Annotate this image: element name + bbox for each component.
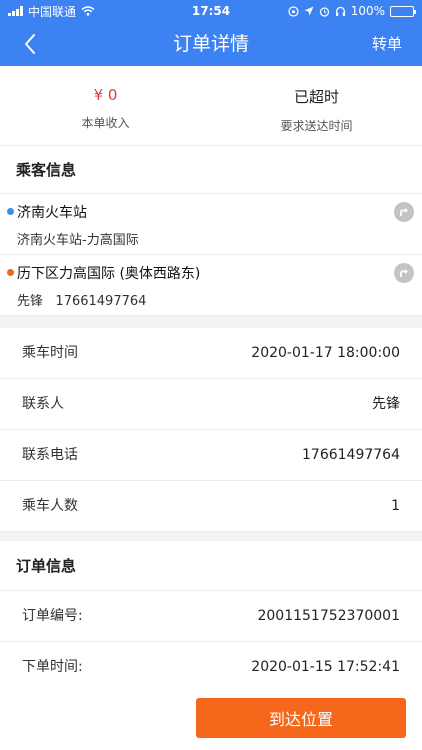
navigate-pickup-button[interactable] <box>394 202 414 222</box>
order-summary: ¥ 0 本单收入 已超时 要求送达时间 <box>0 66 422 146</box>
contact-person-row: 联系人 先锋 <box>0 379 422 430</box>
pickup-location[interactable]: 济南火车站 济南火车站-力高国际 <box>0 194 422 255</box>
bottom-action-bar: 到达位置 <box>0 690 422 750</box>
pickup-name: 济南火车站 <box>17 205 87 221</box>
pickup-detail: 济南火车站-力高国际 <box>17 233 139 248</box>
passenger-count-row: 乘车人数 1 <box>0 481 422 532</box>
dropoff-contact: 先锋 17661497764 <box>17 290 146 309</box>
wifi-icon <box>81 6 95 16</box>
row-label: 联系电话 <box>22 447 78 463</box>
passenger-info-section: 乘客信息 济南火车站 济南火车站-力高国际 历下区力高国际 (奥体西路东) 先锋… <box>0 146 422 316</box>
battery-icon <box>390 5 416 17</box>
row-value: 17661497764 <box>302 447 400 463</box>
order-number-row: 订单编号: 2001151752370001 <box>0 591 422 642</box>
dropoff-contact-phone: 17661497764 <box>55 294 147 309</box>
dropoff-contact-name: 先锋 <box>17 294 44 309</box>
carrier-label: 中国联通 <box>28 4 77 19</box>
orientation-lock-icon <box>288 5 299 17</box>
contact-phone-row[interactable]: 联系电话 17661497764 <box>0 430 422 481</box>
dropoff-location[interactable]: 历下区力高国际 (奥体西路东) 先锋 17661497764 <box>0 255 422 316</box>
row-value: 先锋 <box>372 396 400 412</box>
deadline-summary: 已超时 要求送达时间 <box>211 66 422 146</box>
deadline-label: 要求送达时间 <box>280 119 353 133</box>
row-label: 订单编号: <box>22 608 83 624</box>
page-title: 订单详情 <box>172 33 249 55</box>
trip-details-section: 乘车时间 2020-01-17 18:00:00 联系人 先锋 联系电话 176… <box>0 328 422 532</box>
nav-bar: 订单详情 转单 <box>0 22 422 66</box>
navigate-dropoff-button[interactable] <box>394 263 414 283</box>
dropoff-name: 历下区力高国际 (奥体西路东) <box>17 266 201 282</box>
row-label: 下单时间: <box>22 659 83 675</box>
row-value: 2020-01-15 17:52:41 <box>251 659 400 675</box>
arrive-location-button[interactable]: 到达位置 <box>196 698 406 738</box>
battery-percent: 100% <box>350 4 385 18</box>
row-label: 乘车时间 <box>22 345 78 361</box>
order-time-row: 下单时间: 2020-01-15 17:52:41 <box>0 642 422 693</box>
headphones-icon <box>335 6 345 16</box>
location-icon <box>304 6 314 16</box>
row-label: 联系人 <box>22 396 64 412</box>
row-value: 2020-01-17 18:00:00 <box>251 345 400 361</box>
dropoff-dot <box>7 269 14 276</box>
row-value: 1 <box>391 498 400 514</box>
turn-right-icon <box>400 208 408 216</box>
section-title: 乘客信息 <box>0 146 422 194</box>
row-value: 2001151752370001 <box>257 608 400 624</box>
income-value: ¥ 0 <box>93 86 118 104</box>
signal-icon <box>8 6 23 16</box>
income-summary: ¥ 0 本单收入 <box>0 66 211 146</box>
alarm-icon <box>319 6 329 17</box>
row-label: 乘车人数 <box>22 498 78 514</box>
deadline-value: 已超时 <box>293 88 339 106</box>
section-title: 订单信息 <box>0 541 422 591</box>
ride-time-row: 乘车时间 2020-01-17 18:00:00 <box>0 328 422 379</box>
pickup-dot <box>7 208 14 215</box>
status-bar: 中国联通 17:54 100% <box>0 0 422 22</box>
turn-right-icon <box>400 269 408 277</box>
order-info-section: 订单信息 订单编号: 2001151752370001 下单时间: 2020-0… <box>0 541 422 690</box>
income-label: 本单收入 <box>81 116 130 130</box>
transfer-order-button[interactable]: 转单 <box>372 22 402 66</box>
